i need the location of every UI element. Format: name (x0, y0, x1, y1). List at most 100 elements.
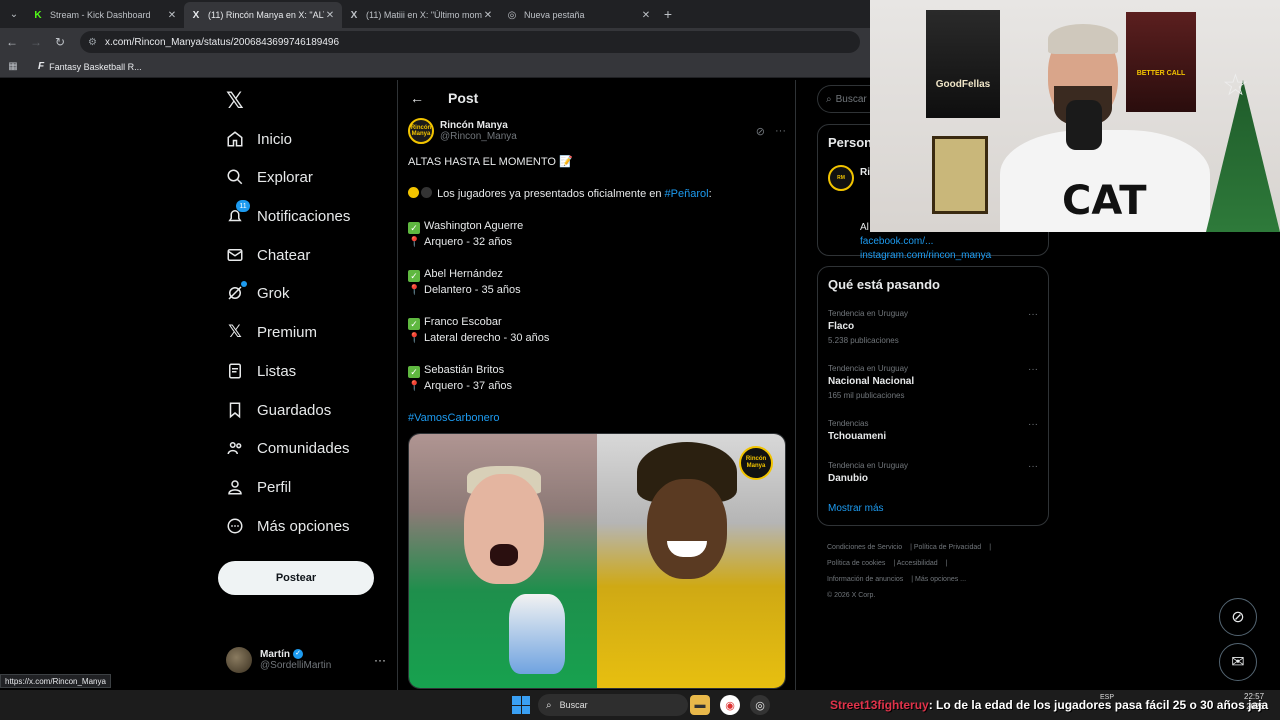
search-icon: ⌕ (826, 93, 832, 105)
box-title: Person (828, 135, 873, 150)
more-icon[interactable]: ··· (775, 125, 786, 138)
check-icon: ✓ (408, 366, 420, 378)
close-icon[interactable]: ✕ (482, 10, 494, 21)
nav-perfil[interactable]: Perfil (226, 473, 291, 501)
obs-icon[interactable]: ◎ (750, 695, 770, 715)
trend-item[interactable]: Tendencia en Uruguay Nacional Nacional 1… (828, 364, 1040, 400)
file-explorer-icon[interactable]: ▬ (690, 695, 710, 715)
player-detail-text: Arquero - 32 años (424, 236, 513, 248)
intro-text: Los jugadores ya presentados oficialment… (437, 188, 665, 200)
nav-explorar[interactable]: Explorar (226, 163, 313, 191)
stream-chat-message: Street13fighteruy: Lo de la edad de los … (830, 698, 1268, 712)
nav-inicio[interactable]: Inicio (226, 125, 292, 153)
author-handle[interactable]: @Rincon_Manya (440, 131, 517, 142)
trend-item[interactable]: Tendencias Tchouameni ··· (828, 419, 1040, 442)
messages-button[interactable]: ✉ (1219, 643, 1257, 681)
tab-1[interactable]: X (11) Rincón Manya en X: "ALTAS ✕ (184, 2, 342, 28)
intro-end: : (708, 188, 712, 200)
search-input[interactable]: ⌕ Buscar (817, 85, 877, 113)
nav-label: Listas (257, 362, 297, 380)
account-switcher[interactable]: Martín ✓ @SordelliMartin ··· (226, 642, 386, 678)
more-icon[interactable]: ··· (1028, 309, 1038, 320)
tab-search-icon[interactable]: ⌄ (2, 4, 26, 24)
author-name[interactable]: Rincón Manya (440, 120, 517, 131)
x-icon: X (350, 9, 358, 21)
player-photo-goalkeeper[interactable] (409, 434, 597, 688)
post-media[interactable]: Rincón Manya (408, 433, 786, 689)
nav-chatear[interactable]: Chatear (226, 241, 310, 269)
tab-title: (11) Matiii en X: "Último mom (366, 10, 482, 20)
left-navigation: 𝕏 Inicio Explorar 11 Notificaciones Chat… (218, 80, 396, 690)
windows-start-icon[interactable] (512, 696, 530, 714)
url-input[interactable]: ⚙ x.com/Rincon_Manya/status/200684369974… (80, 31, 860, 53)
author-avatar[interactable]: Rincón Manya (408, 118, 434, 144)
page-title: Post (448, 90, 479, 106)
player-detail: 📍 Arquero - 37 años (408, 378, 788, 394)
nav-comunidades[interactable]: Comunidades (226, 434, 350, 462)
bio-link[interactable]: instagram.com/rincon_manya (860, 249, 991, 263)
nav-premium[interactable]: 𝕏 Premium (226, 318, 317, 346)
reload-icon[interactable]: ↻ (48, 35, 72, 49)
trend-category: Tendencia en Uruguay (828, 309, 909, 318)
tab-0[interactable]: K Stream - Kick Dashboard ✕ (26, 2, 184, 28)
footer-link[interactable]: Condiciones de Servicio (827, 544, 902, 551)
nav-listas[interactable]: Listas (226, 357, 296, 385)
post-intro: Los jugadores ya presentados oficialment… (408, 186, 788, 202)
clock[interactable]: 22:57 2026 (1244, 692, 1264, 712)
site-info-icon[interactable]: ⚙ (88, 37, 97, 48)
player-photo-forward[interactable]: Rincón Manya (597, 434, 785, 688)
hashtag-link[interactable]: #VamosCarbonero (408, 410, 788, 426)
player-detail-text: Lateral derecho - 30 años (424, 332, 550, 344)
grok-button[interactable]: ⊘ (1219, 598, 1257, 636)
hashtag-link[interactable]: #Peñarol (665, 188, 709, 200)
footer-link[interactable]: Política de Privacidad (914, 544, 981, 551)
tab-3[interactable]: ◎ Nueva pestaña ✕ (500, 2, 658, 28)
apps-icon[interactable]: ▦ (0, 61, 26, 72)
trend-category: Tendencias (828, 419, 869, 428)
search-icon: ⌕ (546, 699, 552, 711)
back-icon[interactable]: ← (0, 35, 24, 49)
close-icon[interactable]: ✕ (640, 10, 652, 21)
trend-item[interactable]: Tendencia en Uruguay Flaco 5.238 publica… (828, 309, 1040, 345)
post-button[interactable]: Postear (218, 561, 374, 595)
system-tray-lang[interactable]: ESP (1100, 694, 1114, 701)
nav-notificaciones[interactable]: 11 Notificaciones (226, 200, 350, 230)
more-icon[interactable]: ··· (374, 653, 386, 667)
footer-link[interactable]: Accesibilidad (897, 560, 938, 567)
nav-guardados[interactable]: Guardados (226, 396, 331, 424)
browser-tabbar: ⌄ K Stream - Kick Dashboard ✕ X (11) Rin… (0, 0, 870, 28)
home-icon (226, 130, 244, 148)
show-more-link[interactable]: Mostrar más (828, 503, 884, 514)
pin-icon: 📍 (408, 285, 421, 296)
more-icon[interactable]: ··· (1028, 419, 1038, 430)
more-icon[interactable]: ··· (1028, 461, 1038, 472)
new-tab-button[interactable]: + (658, 6, 678, 22)
trends-box: Qué está pasando Tendencia en Uruguay Fl… (817, 266, 1049, 526)
nav-grok[interactable]: Grok (226, 279, 290, 307)
forward-icon[interactable]: → (24, 35, 48, 49)
chat-text: : Lo de la edad de los jugadores pasa fá… (928, 698, 1269, 712)
post-column: ← Post Rincón Manya Rincón Manya @Rincon… (397, 80, 796, 690)
taskbar-search[interactable]: ⌕ Buscar (538, 694, 688, 716)
x-logo-icon[interactable]: 𝕏 (226, 88, 244, 114)
bio-link[interactable]: facebook.com/... (860, 235, 991, 249)
close-icon[interactable]: ✕ (324, 10, 336, 21)
player-detail-text: Arquero - 37 años (424, 380, 513, 392)
back-arrow-icon[interactable]: ← (410, 90, 424, 106)
more-icon[interactable]: ··· (1028, 364, 1038, 375)
footer-link[interactable]: Más opciones ... (915, 576, 966, 583)
footer-link[interactable]: Política de cookies (827, 560, 885, 567)
black-circle-icon (421, 187, 432, 198)
bookmark-item[interactable]: F Fantasy Basketball R... (38, 61, 142, 72)
trend-item[interactable]: Tendencia en Uruguay Danubio ··· (828, 461, 1040, 484)
nav-mas-opciones[interactable]: Más opciones (226, 512, 350, 540)
post-title-line: ALTAS HASTA EL MOMENTO 📝 (408, 156, 573, 168)
chrome-icon[interactable]: ◉ (720, 695, 740, 715)
footer-link[interactable]: Información de anuncios (827, 576, 903, 583)
address-bar: ← → ↻ ⚙ x.com/Rincon_Manya/status/200684… (0, 28, 870, 56)
tab-2[interactable]: X (11) Matiii en X: "Último mom ✕ (342, 2, 500, 28)
close-icon[interactable]: ✕ (166, 10, 178, 21)
webcam-overlay: GoodFellas BETTER CALL CAT ☆ (870, 0, 1280, 232)
avatar[interactable]: RM (828, 165, 854, 191)
grok-icon[interactable]: ⊘ (756, 125, 765, 138)
